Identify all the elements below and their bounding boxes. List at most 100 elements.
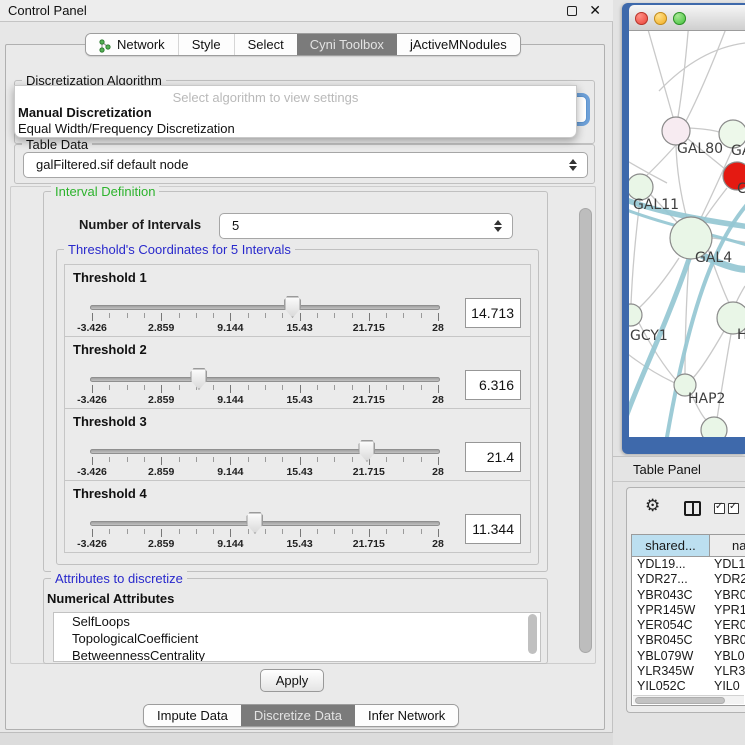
tick-mark (92, 385, 93, 393)
tick-mark (196, 529, 197, 534)
checkbox-icon[interactable]: ✓ (728, 503, 739, 514)
tick-mark (248, 313, 249, 318)
slider-track[interactable] (90, 377, 440, 382)
network-node[interactable] (701, 417, 727, 437)
tick-mark (196, 457, 197, 462)
float-window-icon[interactable] (567, 6, 577, 16)
vertical-scrollbar-thumb[interactable] (579, 208, 592, 653)
axis-tick-label: 28 (432, 322, 444, 334)
tick-mark (248, 529, 249, 534)
list-item[interactable]: SelfLoops (54, 613, 540, 630)
network-edge[interactable] (736, 286, 745, 303)
threshold-value-field[interactable]: 14.713 (465, 298, 521, 328)
network-node-label: H (737, 327, 745, 343)
zoom-traffic-light-icon[interactable] (673, 12, 686, 25)
tick-mark (144, 385, 145, 390)
tab-impute-data[interactable]: Impute Data (144, 705, 241, 726)
network-edge[interactable] (678, 31, 689, 117)
threshold-value-field[interactable]: 21.4 (465, 442, 521, 472)
column-header-shared-name[interactable]: shared... (632, 535, 710, 556)
horizontal-scrollbar-thumb[interactable] (635, 697, 725, 704)
split-view-icon[interactable] (684, 501, 701, 516)
tick-mark (127, 385, 128, 390)
combo-arrows-icon (569, 158, 578, 172)
tick-mark (403, 385, 404, 390)
tick-mark (317, 457, 318, 462)
gear-icon[interactable]: ⚙ (645, 496, 660, 516)
tab-label: jActiveMNodules (410, 34, 507, 55)
axis-tick-label: 21.715 (353, 538, 385, 550)
tab-jactivemnodules[interactable]: jActiveMNodules (397, 34, 520, 55)
close-traffic-light-icon[interactable] (635, 12, 648, 25)
apply-button[interactable]: Apply (260, 669, 324, 692)
numerical-attributes-list[interactable]: SelfLoopsTopologicalCoefficientBetweenne… (53, 612, 541, 662)
checkbox-icon[interactable]: ✓ (714, 503, 725, 514)
tick-mark (230, 529, 231, 537)
network-edge[interactable] (645, 145, 676, 177)
dropdown-item-equal-width-frequency[interactable]: Equal Width/Frequency Discretization (18, 121, 235, 136)
tick-mark (179, 457, 180, 462)
list-scrollbar-thumb[interactable] (528, 614, 537, 654)
dropdown-item-manual-discretization[interactable]: Manual Discretization (18, 105, 152, 120)
table-row[interactable]: YDL19...YDL1 (632, 557, 745, 572)
network-edge[interactable] (659, 43, 745, 91)
number-of-intervals-combobox[interactable]: 5 (219, 213, 513, 239)
network-edge[interactable] (686, 31, 727, 121)
cell-name: YBR0 (710, 633, 745, 648)
axis-tick-label: -3.426 (77, 394, 107, 406)
axis-tick-label: 9.144 (217, 538, 243, 550)
slider-track[interactable] (90, 305, 440, 310)
slider-ticks (92, 457, 438, 466)
column-header-name[interactable]: na (710, 535, 745, 556)
table-row[interactable]: YBR045CYBR0 (632, 633, 745, 648)
tab-cyni-toolbox[interactable]: Cyni Toolbox (297, 34, 397, 55)
tick-mark (282, 385, 283, 390)
network-graph[interactable]: GAL80GACGAL11GAL4GCY1HHAP2 (629, 31, 745, 437)
tab-infer-network[interactable]: Infer Network (355, 705, 458, 726)
table-row[interactable]: YLR345WYLR3 (632, 664, 745, 679)
axis-tick-label: 21.715 (353, 394, 385, 406)
tick-mark (386, 313, 387, 318)
tab-style[interactable]: Style (178, 34, 234, 55)
table-data-combobox[interactable]: galFiltered.sif default node (23, 152, 588, 178)
tick-mark (300, 385, 301, 393)
cell-name: YIL0 (710, 679, 745, 694)
tab-select[interactable]: Select (234, 34, 297, 55)
network-node-label: HAP2 (688, 391, 725, 407)
network-node-label: GAL11 (633, 197, 679, 213)
slider-track[interactable] (90, 521, 440, 526)
close-icon[interactable]: ✕ (589, 2, 601, 19)
network-edge[interactable] (647, 31, 673, 117)
screen: Control Panel ✕ Network StyleSelectCyni T… (0, 0, 745, 745)
network-canvas[interactable]: GAL80GACGAL11GAL4GCY1HHAP2 (629, 31, 745, 437)
horizontal-scrollbar[interactable] (633, 695, 744, 704)
table-row[interactable]: YBR043CYBR0 (632, 588, 745, 603)
table-row[interactable]: YIL052CYIL0 (632, 679, 745, 694)
tick-mark (352, 529, 353, 534)
group-title: Interval Definition (51, 184, 159, 199)
tick-mark (213, 457, 214, 462)
table-panel-header: Table Panel (613, 456, 745, 482)
threshold-value-field[interactable]: 6.316 (465, 370, 521, 400)
control-panel-titlebar: Control Panel ✕ (0, 0, 613, 22)
list-item[interactable]: TopologicalCoefficient (54, 630, 540, 647)
tab-label: Network (117, 34, 165, 55)
table-row[interactable]: YBL079WYBL0 (632, 649, 745, 664)
tab-network[interactable]: Network (86, 34, 178, 55)
list-item[interactable]: BetweennessCentrality (54, 647, 540, 662)
threshold-value-field[interactable]: 11.344 (465, 514, 521, 544)
network-edge[interactable] (685, 259, 689, 374)
table-row[interactable]: YPR145WYPR1 (632, 603, 745, 618)
tab-discretize-data[interactable]: Discretize Data (241, 705, 355, 726)
minimize-traffic-light-icon[interactable] (654, 12, 667, 25)
tick-mark (144, 457, 145, 462)
table-row[interactable]: YDR27...YDR2 (632, 572, 745, 587)
tick-mark (334, 529, 335, 534)
table-row[interactable]: YER054CYER0 (632, 618, 745, 633)
network-edge[interactable] (688, 128, 719, 132)
network-node-label: GCY1 (630, 328, 668, 344)
network-edge[interactable] (693, 331, 724, 378)
slider-track[interactable] (90, 449, 440, 454)
cell-shared-name: YPR145W (632, 603, 710, 618)
tick-mark (265, 313, 266, 318)
